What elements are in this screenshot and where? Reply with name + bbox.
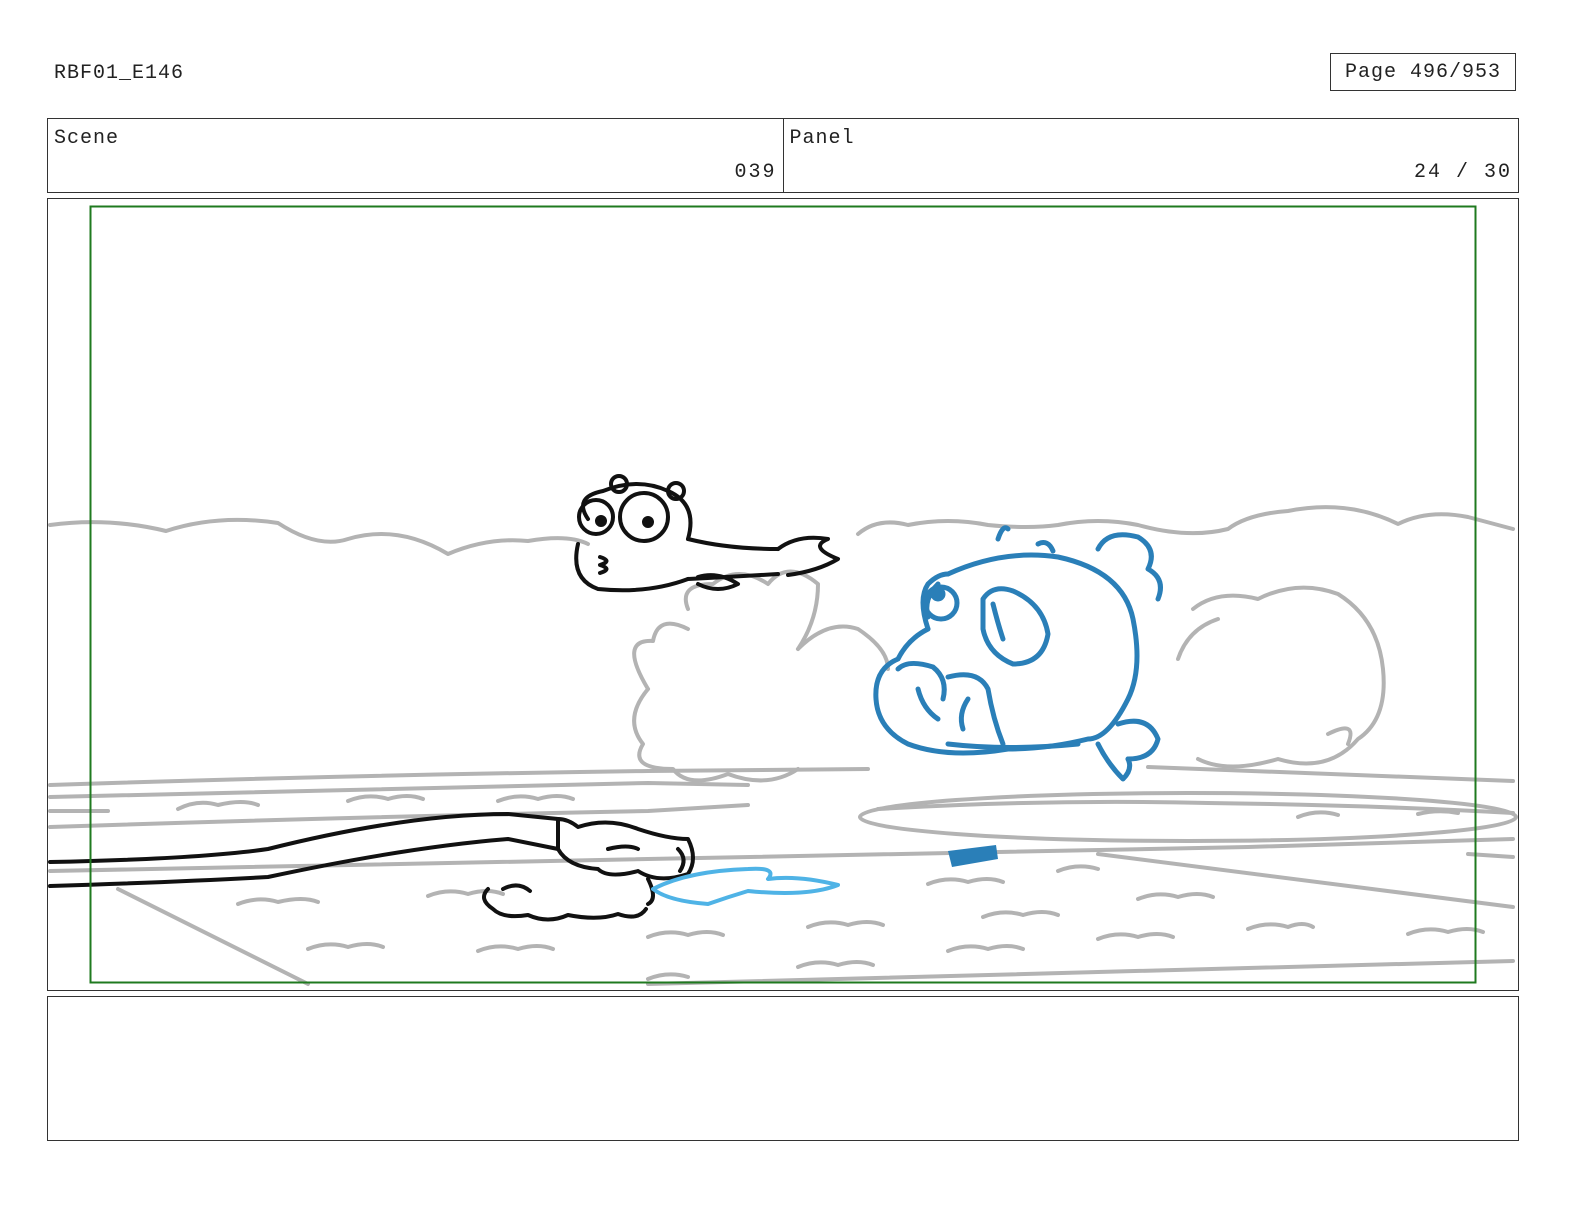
background-sketch	[48, 505, 1518, 986]
scene-panel-info: Scene 039 Panel 24 / 30	[47, 118, 1519, 193]
storyboard-panel	[47, 198, 1519, 991]
character-blue	[873, 525, 1163, 782]
scene-cell: Scene 039	[48, 119, 783, 192]
panel-cell: Panel 24 / 30	[782, 119, 1519, 192]
panel-notes-area	[47, 996, 1519, 1141]
panel-label: Panel	[789, 127, 855, 150]
panel-number: 24 / 30	[1413, 161, 1512, 184]
blue-rock-mark	[948, 845, 998, 867]
project-code: RBF01_E146	[54, 62, 185, 85]
scene-label: Scene	[54, 127, 120, 150]
scene-number: 039	[734, 161, 777, 184]
storyboard-drawing	[48, 205, 1518, 986]
puddle-sketch	[651, 866, 840, 906]
character-flying-black	[574, 474, 840, 593]
page-indicator: Page 496/953	[1330, 53, 1516, 91]
